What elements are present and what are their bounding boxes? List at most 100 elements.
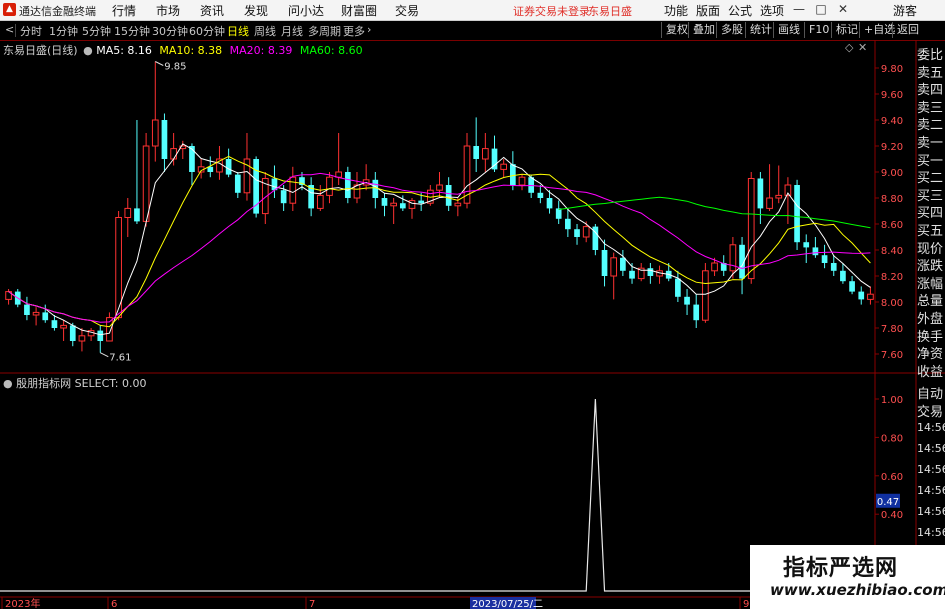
candle-down bbox=[693, 304, 700, 321]
select-signal-line bbox=[0, 398, 875, 592]
side-label-7: 买二 bbox=[917, 171, 944, 187]
chart-close-icon[interactable]: ✕ bbox=[858, 41, 867, 54]
candle-up bbox=[747, 178, 755, 280]
ma10-name: MA10 bbox=[159, 44, 191, 57]
candle-down bbox=[684, 296, 690, 305]
candle-down bbox=[225, 159, 232, 175]
ma10-value: 8.38 bbox=[197, 44, 223, 57]
current-value-label: 0.47 bbox=[877, 497, 899, 508]
select-value: 0.00 bbox=[122, 377, 147, 390]
ma5-value: 8.16 bbox=[127, 44, 152, 57]
ind-y-tick-label: 0.80 bbox=[881, 433, 903, 444]
candle-down bbox=[97, 330, 104, 341]
candle-down bbox=[574, 229, 580, 237]
tick-time: 14:56 bbox=[917, 505, 945, 518]
candle-down bbox=[473, 146, 480, 159]
chart-header: 东易日盛(日线) ● MA5: 8.16 MA10: 8.38 MA20: 8.… bbox=[3, 44, 363, 57]
candle-up bbox=[106, 317, 113, 342]
candle-up bbox=[151, 119, 159, 147]
candle-down bbox=[546, 198, 553, 209]
tick-time: 14:56 bbox=[917, 526, 945, 539]
candle-up bbox=[32, 311, 40, 316]
ma20-value: 8.39 bbox=[267, 44, 293, 57]
candle-down bbox=[51, 320, 58, 328]
candle-down bbox=[399, 203, 406, 209]
tick-time: 14:56 bbox=[917, 442, 945, 455]
indicator-settings-icon[interactable]: ● bbox=[3, 377, 13, 390]
side-label-10: 买五 bbox=[917, 224, 944, 239]
candle-down bbox=[24, 304, 30, 315]
cursor-date-label: 2023/07/25/二 bbox=[472, 599, 543, 609]
candle-down bbox=[381, 198, 388, 206]
candle-up bbox=[454, 202, 462, 207]
y-tick-label: 8.60 bbox=[881, 220, 903, 231]
side-label-12: 涨跌 bbox=[917, 259, 944, 275]
side-label-15: 外盘 bbox=[917, 312, 944, 327]
candle-down bbox=[812, 247, 819, 256]
x-axis-label: 2023年 bbox=[5, 597, 40, 609]
candle-down bbox=[207, 166, 214, 172]
candle-up bbox=[481, 148, 489, 160]
candle-down bbox=[445, 185, 452, 206]
ind-y-tick-label: 0.40 bbox=[881, 510, 903, 521]
y-tick-label: 9.80 bbox=[881, 64, 903, 75]
side-label-3: 卖三 bbox=[917, 100, 944, 116]
side-label-4: 卖二 bbox=[917, 118, 944, 134]
candle-up bbox=[60, 324, 67, 329]
candle-up bbox=[500, 163, 508, 170]
candle-down bbox=[803, 242, 810, 248]
watermark: 指标严选网 www.xuezhibiao.com bbox=[750, 545, 945, 609]
y-tick-label: 9.00 bbox=[881, 168, 903, 179]
x-axis-label: 7 bbox=[309, 599, 315, 609]
ma60-line bbox=[558, 196, 871, 229]
indicator-name[interactable]: 殷朋指标网 bbox=[16, 377, 71, 390]
candle-up bbox=[124, 207, 132, 218]
candle-down bbox=[565, 218, 571, 230]
candle-down bbox=[858, 291, 865, 300]
side-label-11: 现价 bbox=[917, 241, 944, 257]
x-axis-label: 6 bbox=[111, 599, 117, 609]
x-axis-label: 9 bbox=[743, 599, 749, 609]
candle-down bbox=[234, 174, 241, 193]
y-tick-label: 8.20 bbox=[881, 272, 903, 283]
candle-down bbox=[344, 172, 351, 198]
ma60-value: 8.60 bbox=[338, 44, 363, 57]
y-tick-label: 7.60 bbox=[881, 350, 903, 361]
candle-up bbox=[729, 244, 737, 272]
ma60-name: MA60 bbox=[299, 44, 331, 57]
indicator-header: ● 殷朋指标网 SELECT: 0.00 bbox=[3, 375, 147, 391]
side-label-16: 换手 bbox=[917, 329, 944, 345]
side-label-9: 买四 bbox=[917, 206, 944, 222]
candle-down bbox=[161, 120, 168, 159]
side-label-2: 卖四 bbox=[917, 83, 944, 99]
candle-down bbox=[189, 146, 195, 172]
y-tick-label: 9.20 bbox=[881, 142, 903, 153]
candle-up bbox=[610, 257, 618, 277]
diamond-icon[interactable]: ◇ bbox=[845, 41, 853, 54]
settings-circle-icon[interactable]: ● bbox=[83, 44, 93, 57]
side-label-19: 自动 bbox=[917, 387, 944, 402]
candle-down bbox=[69, 325, 76, 341]
candle-down bbox=[280, 190, 287, 204]
side-label-20: 交易 bbox=[917, 405, 944, 420]
candle-up bbox=[289, 176, 297, 204]
side-label-5: 卖一 bbox=[917, 136, 944, 151]
max-pointer bbox=[155, 61, 164, 66]
candle-down bbox=[528, 177, 535, 193]
ind-y-tick-label: 1.00 bbox=[881, 395, 903, 406]
candle-up bbox=[390, 202, 398, 207]
side-label-0: 委比 bbox=[917, 48, 944, 63]
candle-up bbox=[518, 176, 526, 186]
watermark-title: 指标严选网 bbox=[783, 556, 899, 581]
candle-down bbox=[629, 270, 635, 279]
candle-down bbox=[372, 179, 379, 198]
side-label-1: 卖五 bbox=[917, 65, 944, 81]
candle-down bbox=[757, 178, 764, 209]
candle-down bbox=[840, 270, 846, 282]
kline-chart[interactable]: 9.80 9.60 9.40 9.20 9.00 8.80 8.60 8.40 8.20 8.00… bbox=[0, 0, 945, 609]
side-label-8: 买三 bbox=[917, 188, 944, 204]
y-tick-label: 8.40 bbox=[881, 246, 903, 257]
candle-down bbox=[537, 192, 544, 198]
candle-down bbox=[620, 257, 626, 271]
candle-up bbox=[316, 194, 324, 209]
